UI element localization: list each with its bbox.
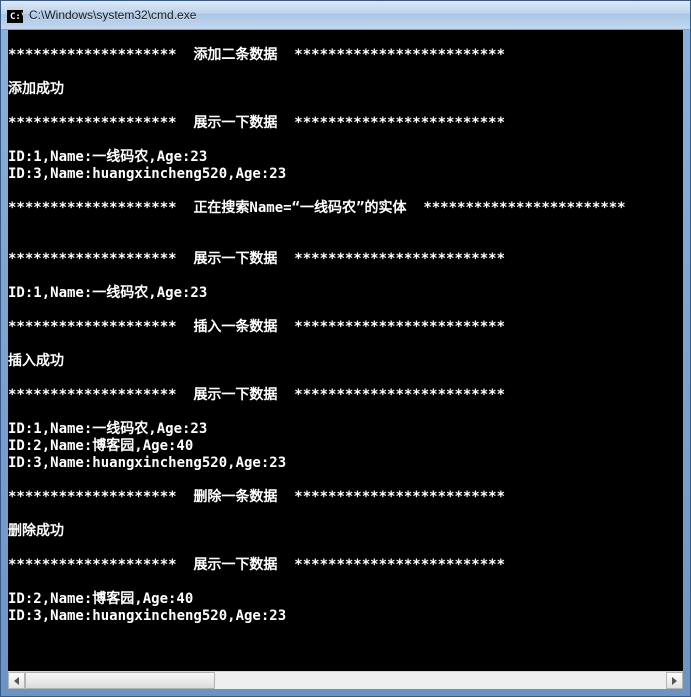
arrow-right-icon <box>672 677 677 685</box>
console-output: ******************** 添加二条数据 ************… <box>8 30 683 671</box>
horizontal-scrollbar[interactable] <box>8 671 683 689</box>
svg-text:C:\: C:\ <box>10 12 23 22</box>
scroll-right-button[interactable] <box>666 672 683 689</box>
scroll-track[interactable] <box>25 672 666 689</box>
window-frame: C:\ C:\Windows\system32\cmd.exe ********… <box>0 0 691 697</box>
cmd-icon: C:\ <box>7 7 23 23</box>
scroll-thumb[interactable] <box>25 672 215 689</box>
scroll-left-button[interactable] <box>8 672 25 689</box>
arrow-left-icon <box>14 677 19 685</box>
console-client-area: ******************** 添加二条数据 ************… <box>8 30 683 689</box>
window-title: C:\Windows\system32\cmd.exe <box>29 8 196 22</box>
titlebar[interactable]: C:\ C:\Windows\system32\cmd.exe <box>1 1 690 30</box>
console-text: ******************** 添加二条数据 ************… <box>8 47 683 625</box>
